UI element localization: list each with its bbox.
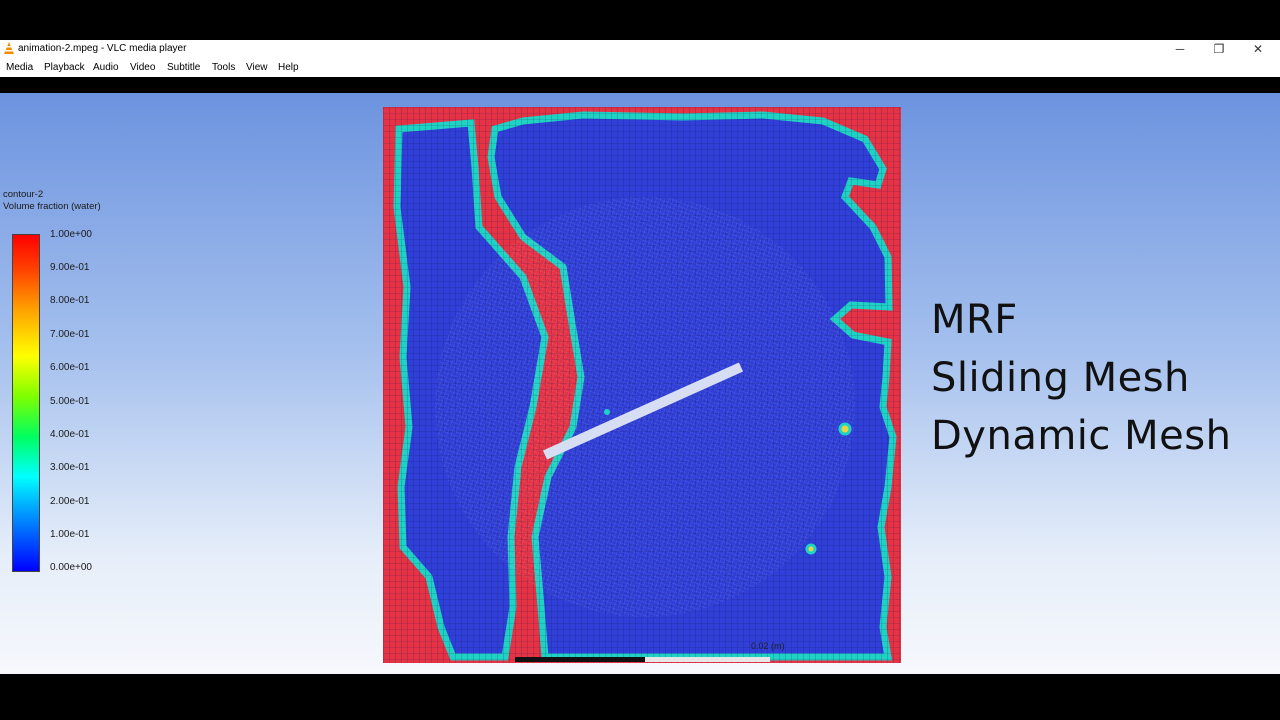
video-frame[interactable]: contour-2 Volume fraction (water) 1.00e+… xyxy=(0,93,1280,674)
droplet xyxy=(805,543,817,555)
legend-tick: 1.00e-01 xyxy=(50,529,90,540)
legend-subtitle: Volume fraction (water) xyxy=(3,201,101,212)
simulation-contour xyxy=(383,107,901,663)
scale-bar-segment xyxy=(645,657,770,662)
legend-tick: 0.00e+00 xyxy=(50,562,92,573)
title-bar: animation-2.mpeg - VLC media player ─ ❐ … xyxy=(0,40,1280,58)
legend-tick: 3.00e-01 xyxy=(50,462,90,473)
legend-tick: 2.00e-01 xyxy=(50,496,90,507)
menu-bar: Media Playback Audio Video Subtitle Tool… xyxy=(0,58,1280,77)
minimize-button[interactable]: ─ xyxy=(1160,40,1200,58)
close-button[interactable]: ✕ xyxy=(1238,40,1278,58)
legend-tick: 1.00e+00 xyxy=(50,229,92,240)
menu-help[interactable]: Help xyxy=(278,62,299,73)
legend-tick: 5.00e-01 xyxy=(50,396,90,407)
menu-playback[interactable]: Playback xyxy=(44,62,85,73)
legend-tick: 4.00e-01 xyxy=(50,429,90,440)
maximize-button[interactable]: ❐ xyxy=(1199,40,1239,58)
overlay-line-sliding-mesh: Sliding Mesh xyxy=(931,355,1190,401)
overlay-line-mrf: MRF xyxy=(931,297,1018,343)
menu-view[interactable]: View xyxy=(246,62,268,73)
legend-title: contour-2 xyxy=(3,189,44,200)
legend-tick: 6.00e-01 xyxy=(50,362,90,373)
legend-tick: 9.00e-01 xyxy=(50,262,90,273)
menu-media[interactable]: Media xyxy=(6,62,33,73)
droplet xyxy=(604,409,610,415)
menu-subtitle[interactable]: Subtitle xyxy=(167,62,200,73)
legend-tick: 8.00e-01 xyxy=(50,295,90,306)
menu-tools[interactable]: Tools xyxy=(212,62,235,73)
window-title: animation-2.mpeg - VLC media player xyxy=(18,43,187,54)
overlay-line-dynamic-mesh: Dynamic Mesh xyxy=(931,413,1232,459)
scale-bar-label: 0.02 (m) xyxy=(751,641,785,651)
legend-colorbar xyxy=(12,234,40,572)
video-letterbox-top xyxy=(0,77,1280,93)
video-letterbox-bottom xyxy=(0,674,1280,720)
menu-video[interactable]: Video xyxy=(130,62,155,73)
legend-tick: 7.00e-01 xyxy=(50,329,90,340)
droplet xyxy=(838,422,852,436)
menu-audio[interactable]: Audio xyxy=(93,62,119,73)
vlc-cone-icon xyxy=(4,42,14,54)
